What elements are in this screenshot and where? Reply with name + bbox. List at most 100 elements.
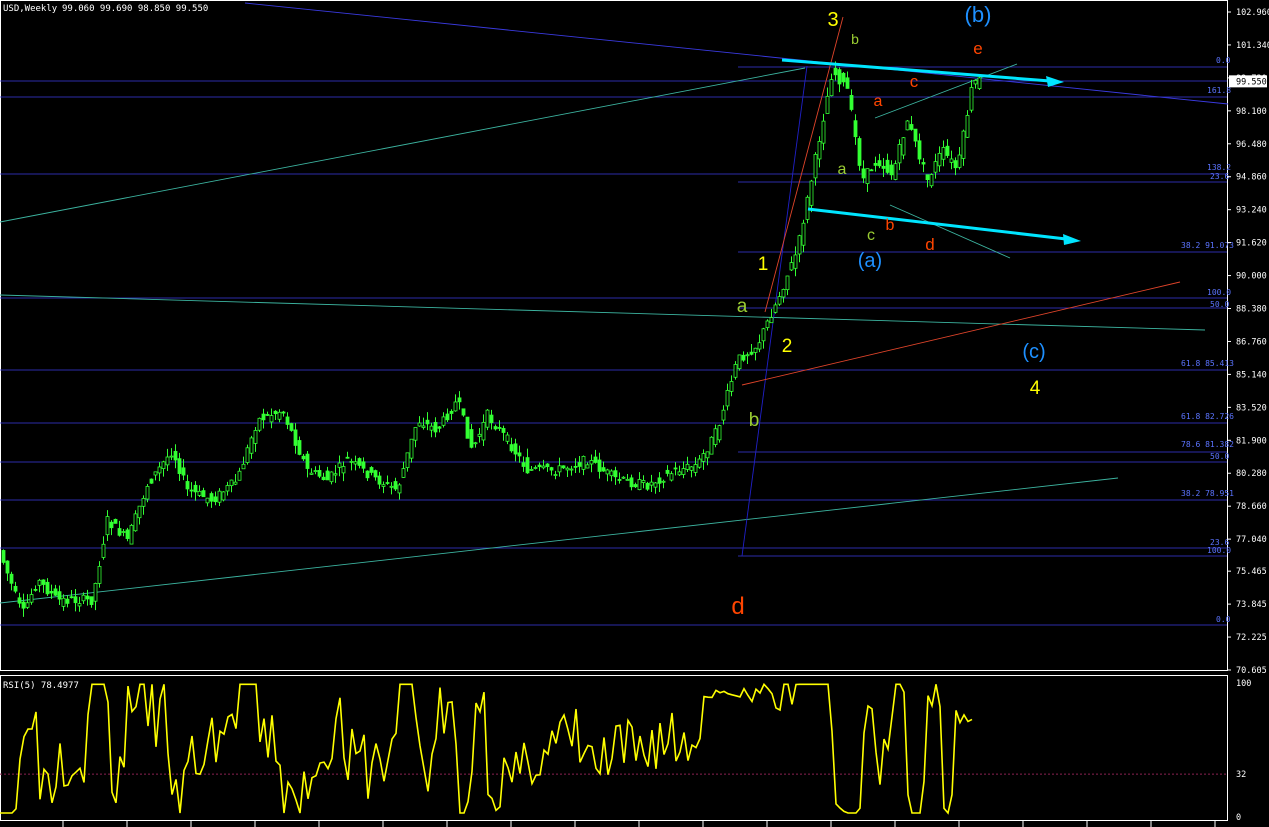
candle-body [605, 469, 610, 475]
candle-body [45, 581, 50, 595]
candle-body [453, 401, 458, 412]
candle-body [433, 421, 438, 433]
price-tick-label: 80.280 [1236, 469, 1267, 479]
candle-body [761, 328, 766, 342]
candle-body [581, 455, 586, 470]
candle-body [653, 482, 658, 488]
candle-body [613, 470, 618, 478]
fib-label: 161.8 [1207, 86, 1231, 95]
wave-label: b [886, 217, 895, 234]
wave-label: 4 [1030, 378, 1041, 399]
candle-body [861, 168, 866, 179]
candle-body [181, 467, 186, 476]
candle-body [333, 473, 338, 476]
candle-body [785, 275, 790, 291]
candle-body [753, 347, 758, 353]
candle-body [893, 163, 898, 180]
wave-label: a [838, 161, 847, 178]
candle-body [153, 471, 158, 476]
candle-body [421, 425, 426, 428]
candle-body [13, 586, 18, 592]
candle-body [229, 479, 234, 487]
candle-body [773, 304, 778, 313]
candle-body [705, 451, 710, 459]
chart-window[interactable]: 0.0161.8138.223.638.2 91.073100.050.061.… [0, 0, 1269, 827]
candle-body [113, 518, 118, 524]
candle-body [369, 467, 374, 473]
wave-label: 1 [758, 254, 769, 275]
wave-label: a [737, 296, 748, 317]
candle-body [21, 601, 26, 609]
candle-body [289, 423, 294, 431]
candle-body [173, 450, 178, 461]
candle-body [373, 470, 378, 478]
candle-body [969, 87, 974, 111]
candle-body [657, 477, 662, 484]
candle-body [521, 462, 526, 467]
candle-body [29, 594, 34, 603]
candle-body [233, 481, 238, 485]
candle-body [57, 591, 62, 600]
candle-body [925, 174, 930, 181]
price-tick-label: 70.605 [1236, 666, 1267, 676]
wave-label: c [867, 227, 875, 244]
candle-body [509, 444, 514, 452]
candle-body [217, 490, 222, 503]
price-tick-label: 94.860 [1236, 173, 1267, 183]
candle-body [501, 428, 506, 433]
candle-body [933, 161, 938, 173]
upper-channel-arrowhead [1046, 76, 1064, 87]
fib-label: 50.0 [1210, 452, 1229, 461]
candle-body [109, 521, 114, 529]
candle-body [689, 466, 694, 471]
candle-body [921, 162, 926, 165]
candle-body [25, 602, 30, 608]
candle-body [481, 421, 486, 441]
candle-body [101, 543, 106, 558]
candle-body [713, 428, 718, 445]
candle-body [853, 120, 858, 138]
candle-body [365, 470, 370, 479]
candle-body [637, 479, 642, 491]
candle-body [105, 516, 110, 536]
candle-body [5, 560, 10, 574]
candle-body [841, 72, 846, 83]
trend-lines [0, 2, 1229, 604]
candle-body [917, 140, 922, 160]
candle-body [157, 466, 162, 474]
candle-body [253, 430, 258, 444]
fib-label: 23.6 [1210, 172, 1229, 181]
price-tick-label: 75.465 [1236, 567, 1267, 577]
candle-body [661, 480, 666, 483]
candle-body [801, 222, 806, 246]
candle-body [513, 443, 518, 455]
candle-body [257, 417, 262, 431]
candle-body [9, 573, 14, 584]
symbol-timeframe: USD,Weekly [3, 4, 58, 14]
fib-label: 100.0 [1207, 288, 1231, 297]
candle-body [685, 463, 690, 470]
fib-label: 100.0 [1207, 546, 1231, 555]
candle-body [269, 415, 274, 423]
candle-body [317, 469, 322, 477]
candle-body [573, 465, 578, 468]
wave-label: c [910, 72, 919, 91]
candle-body [285, 416, 290, 425]
candle-body [461, 408, 466, 416]
candle-body [873, 162, 878, 166]
candle-body [93, 583, 98, 602]
candle-body [697, 458, 702, 468]
candle-body [61, 597, 66, 607]
candlestick-series [1, 61, 982, 617]
candle-body [865, 168, 870, 184]
candle-body [541, 465, 546, 469]
candle-body [977, 77, 982, 90]
candle-body [437, 426, 442, 429]
candle-body [133, 513, 138, 532]
candle-body [457, 397, 462, 403]
candle-body [649, 481, 654, 486]
candle-body [877, 160, 882, 167]
candle-body [901, 137, 906, 156]
candle-body [89, 596, 94, 605]
candle-body [789, 262, 794, 271]
